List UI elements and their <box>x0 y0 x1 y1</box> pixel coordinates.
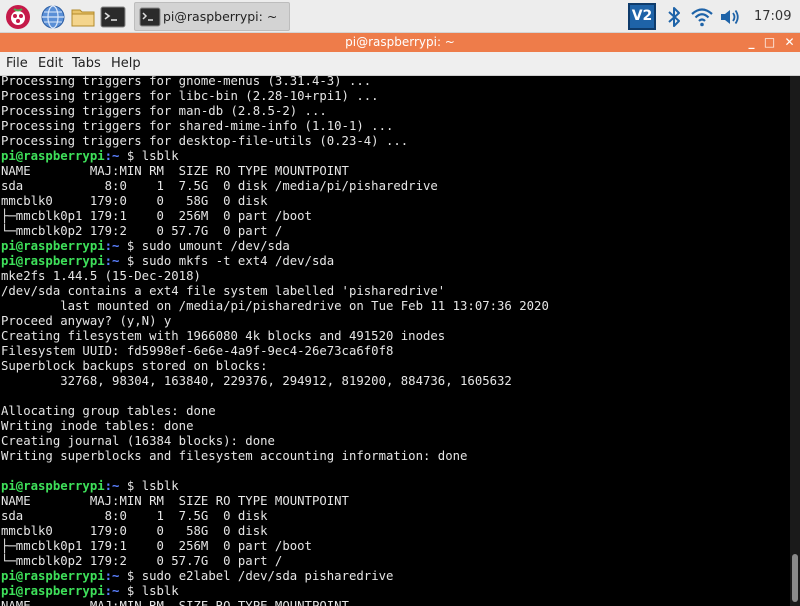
prompt-symbol: $ <box>119 149 141 163</box>
prompt-path: :~ <box>105 239 120 253</box>
prompt-symbol: $ <box>119 254 141 268</box>
menu-tabs[interactable]: Tabs <box>72 56 101 71</box>
output-line: mke2fs 1.44.5 (15-Dec-2018) <box>1 269 549 284</box>
window-title: pi@raspberrypi: ~ <box>0 35 800 49</box>
prompt-user: pi@raspberrypi <box>1 479 105 493</box>
taskbar: pi@raspberrypi: ~ V2 17:09 <box>0 0 800 33</box>
output-line: last mounted on /media/pi/pisharedrive o… <box>1 299 549 314</box>
prompt-line: pi@raspberrypi:~ $ sudo e2label /dev/sda… <box>1 569 549 584</box>
output-line: Processing triggers for gnome-menus (3.3… <box>1 76 549 89</box>
prompt-symbol: $ <box>119 479 141 493</box>
prompt-user: pi@raspberrypi <box>1 584 105 598</box>
vnc-icon[interactable]: V2 <box>628 3 656 30</box>
terminal-icon[interactable] <box>100 4 126 30</box>
output-line: Processing triggers for desktop-file-uti… <box>1 134 549 149</box>
output-line: Processing triggers for man-db (2.8.5-2)… <box>1 104 549 119</box>
task-button-label: pi@raspberrypi: ~ <box>163 9 277 24</box>
menu-file[interactable]: File <box>6 56 28 71</box>
prompt-user: pi@raspberrypi <box>1 569 105 583</box>
menu-help[interactable]: Help <box>111 56 141 71</box>
prompt-path: :~ <box>105 479 120 493</box>
web-browser-icon[interactable] <box>40 4 66 30</box>
command-text: lsblk <box>142 584 179 598</box>
output-line: mmcblk0 179:0 0 58G 0 disk <box>1 194 549 209</box>
output-line: ├─mmcblk0p1 179:1 0 256M 0 part /boot <box>1 209 549 224</box>
maximize-button[interactable]: □ <box>762 35 777 50</box>
output-line: Filesystem UUID: fd5998ef-6e6e-4a9f-9ec4… <box>1 344 549 359</box>
output-line: Allocating group tables: done <box>1 404 549 419</box>
output-line: sda 8:0 1 7.5G 0 disk <box>1 509 549 524</box>
command-text: sudo e2label /dev/sda pisharedrive <box>142 569 394 583</box>
output-line: /dev/sda contains a ext4 file system lab… <box>1 284 549 299</box>
menu-edit[interactable]: Edit <box>38 56 63 71</box>
prompt-symbol: $ <box>119 239 141 253</box>
output-line: Processing triggers for shared-mime-info… <box>1 119 549 134</box>
output-line <box>1 389 549 404</box>
bluetooth-icon[interactable] <box>662 5 686 29</box>
raspberry-menu-icon[interactable] <box>5 4 31 30</box>
prompt-line: pi@raspberrypi:~ $ sudo umount /dev/sda <box>1 239 549 254</box>
output-line: NAME MAJ:MIN RM SIZE RO TYPE MOUNTPOINT <box>1 599 549 606</box>
output-line: mmcblk0 179:0 0 58G 0 disk <box>1 524 549 539</box>
file-manager-icon[interactable] <box>70 4 96 30</box>
command-text: sudo umount /dev/sda <box>142 239 290 253</box>
output-line: Writing superblocks and filesystem accou… <box>1 449 549 464</box>
prompt-path: :~ <box>105 149 120 163</box>
scrollbar[interactable] <box>790 76 800 606</box>
command-text: sudo mkfs -t ext4 /dev/sda <box>142 254 335 268</box>
terminal-icon <box>139 7 161 27</box>
output-line: 32768, 98304, 163840, 229376, 294912, 81… <box>1 374 549 389</box>
output-line: Creating filesystem with 1966080 4k bloc… <box>1 329 549 344</box>
output-line: Superblock backups stored on blocks: <box>1 359 549 374</box>
terminal-output[interactable]: Processing triggers for gnome-menus (3.3… <box>0 76 790 606</box>
output-line: └─mmcblk0p2 179:2 0 57.7G 0 part / <box>1 224 549 239</box>
terminal-lines: Processing triggers for gnome-menus (3.3… <box>1 76 549 606</box>
prompt-path: :~ <box>105 569 120 583</box>
command-text: lsblk <box>142 149 179 163</box>
output-line <box>1 464 549 479</box>
prompt-user: pi@raspberrypi <box>1 149 105 163</box>
output-line: Proceed anyway? (y,N) y <box>1 314 549 329</box>
prompt-path: :~ <box>105 584 120 598</box>
menu-bar: File Edit Tabs Help <box>0 52 800 76</box>
prompt-line: pi@raspberrypi:~ $ lsblk <box>1 479 549 494</box>
output-line: └─mmcblk0p2 179:2 0 57.7G 0 part / <box>1 554 549 569</box>
prompt-user: pi@raspberrypi <box>1 239 105 253</box>
window-titlebar[interactable]: pi@raspberrypi: ~ _ □ ✕ <box>0 33 800 52</box>
prompt-path: :~ <box>105 254 120 268</box>
clock[interactable]: 17:09 <box>754 9 791 24</box>
prompt-symbol: $ <box>119 569 141 583</box>
task-button-terminal[interactable]: pi@raspberrypi: ~ <box>134 2 290 31</box>
output-line: sda 8:0 1 7.5G 0 disk /media/pi/pishared… <box>1 179 549 194</box>
prompt-line: pi@raspberrypi:~ $ lsblk <box>1 149 549 164</box>
output-line: Processing triggers for libc-bin (2.28-1… <box>1 89 549 104</box>
close-button[interactable]: ✕ <box>782 35 797 50</box>
wifi-icon[interactable] <box>690 5 714 29</box>
prompt-symbol: $ <box>119 584 141 598</box>
prompt-line: pi@raspberrypi:~ $ lsblk <box>1 584 549 599</box>
minimize-button[interactable]: _ <box>744 35 759 50</box>
scrollbar-thumb[interactable] <box>792 554 798 602</box>
output-line: ├─mmcblk0p1 179:1 0 256M 0 part /boot <box>1 539 549 554</box>
command-text: lsblk <box>142 479 179 493</box>
output-line: NAME MAJ:MIN RM SIZE RO TYPE MOUNTPOINT <box>1 494 549 509</box>
volume-icon[interactable] <box>718 5 742 29</box>
output-line: Writing inode tables: done <box>1 419 549 434</box>
prompt-user: pi@raspberrypi <box>1 254 105 268</box>
output-line: NAME MAJ:MIN RM SIZE RO TYPE MOUNTPOINT <box>1 164 549 179</box>
output-line: Creating journal (16384 blocks): done <box>1 434 549 449</box>
prompt-line: pi@raspberrypi:~ $ sudo mkfs -t ext4 /de… <box>1 254 549 269</box>
